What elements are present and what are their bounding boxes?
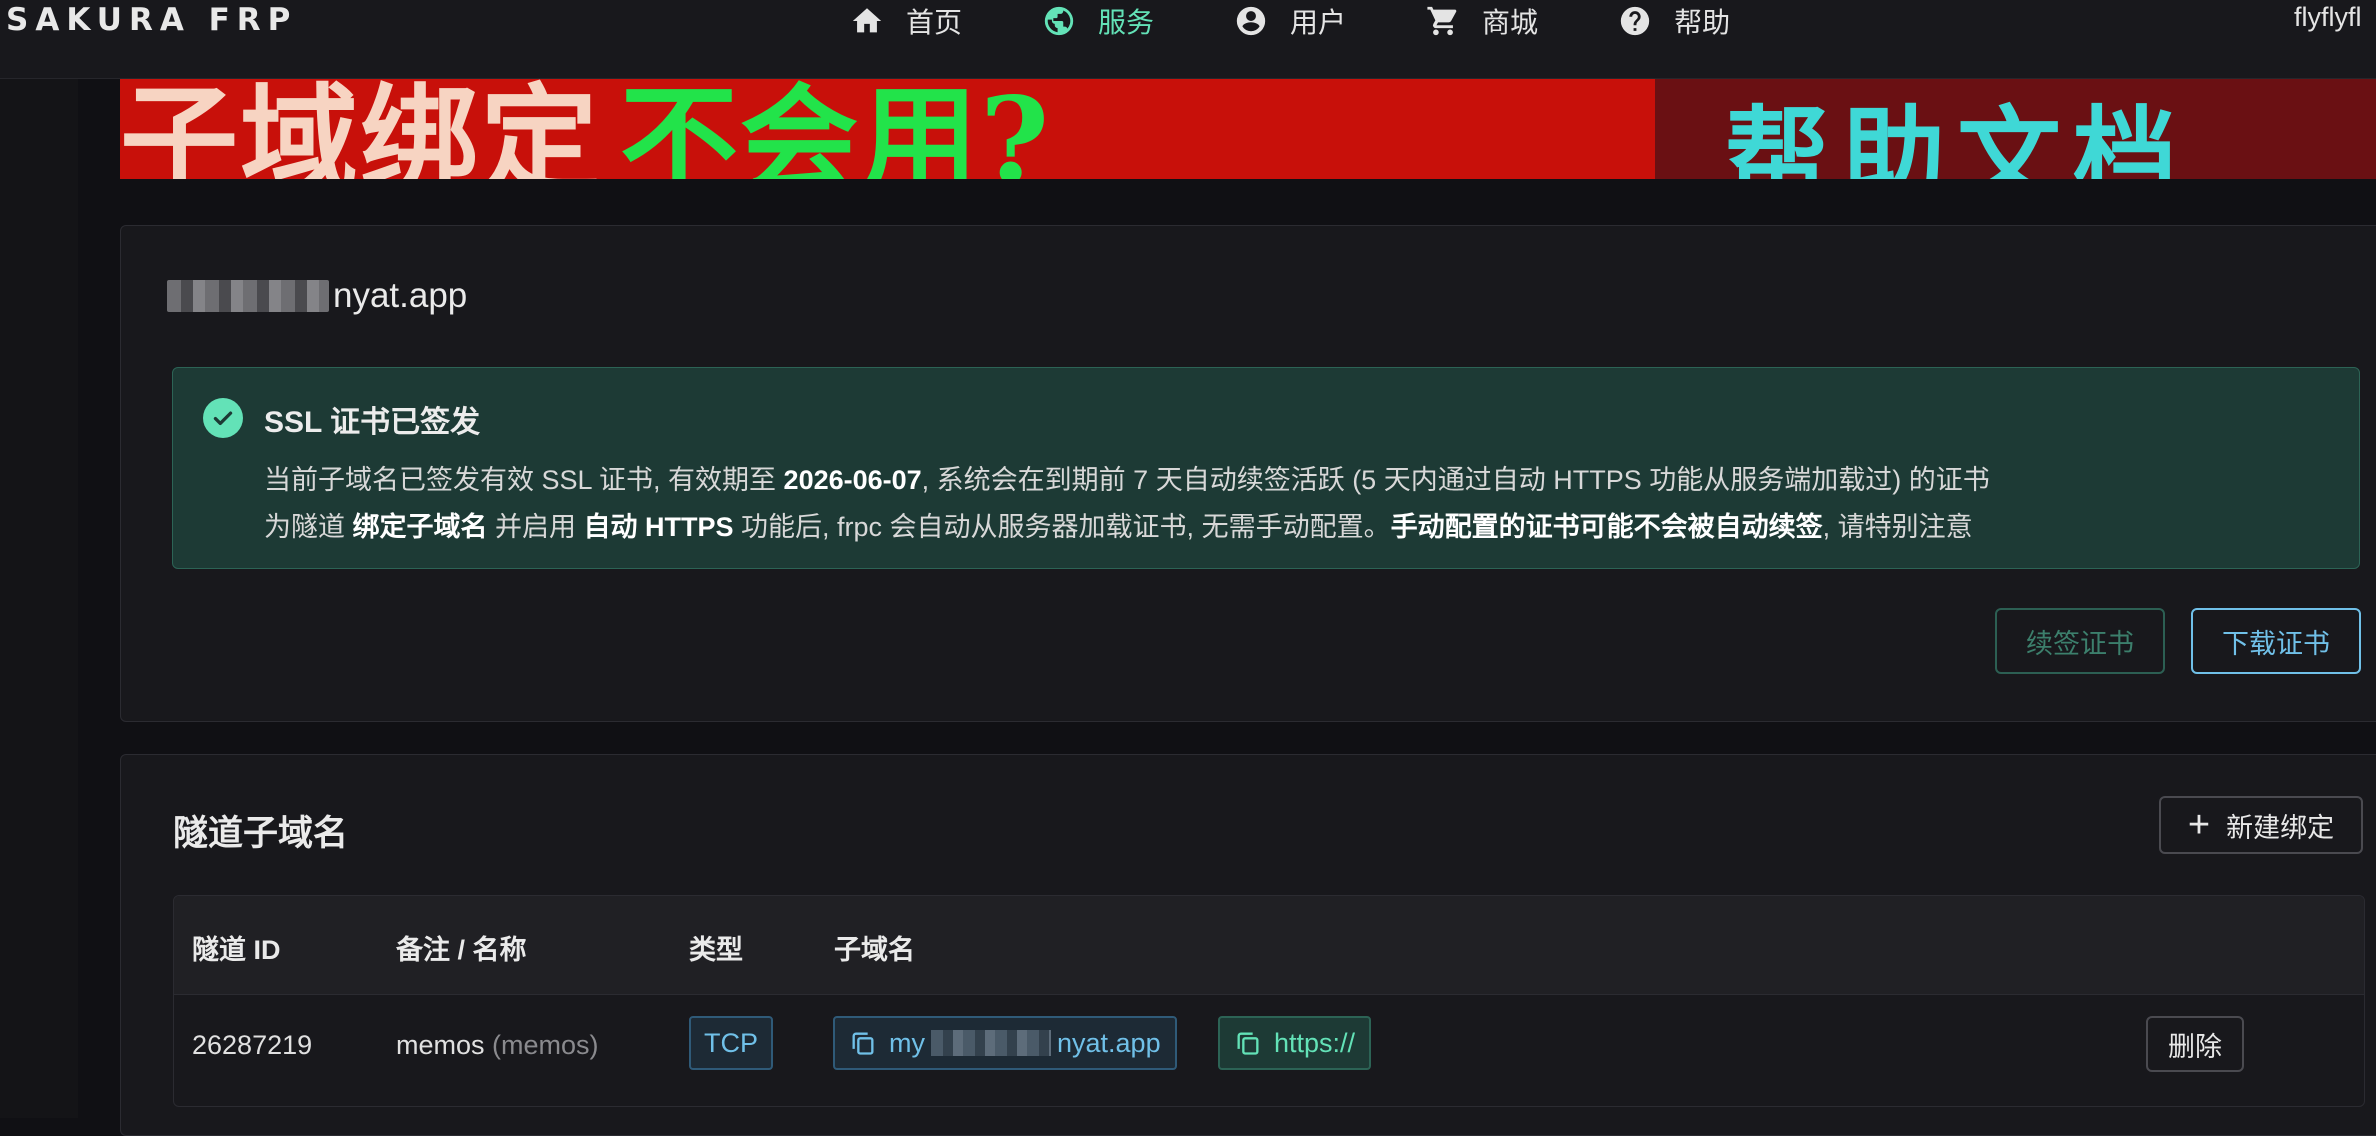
tunnel-name-text: memos [396, 1030, 485, 1060]
column-header-type: 类型 [689, 935, 743, 965]
sidebar [0, 79, 78, 1118]
ssl-expiry-date: 2026-06-07 [783, 465, 922, 495]
user-icon [1236, 6, 1266, 36]
ssl-text: , 请特别注意 [1822, 512, 1973, 542]
table-header: 隧道 ID 备注 / 名称 类型 子域名 [174, 896, 2364, 995]
tunnel-id: 26287219 [192, 1030, 313, 1060]
new-binding-button[interactable]: + 新建绑定 [2159, 796, 2363, 854]
copy-icon [1237, 1032, 1259, 1055]
top-nav-bar: SAKURA FRP 首页 服务 用户 商城 帮助 flyflyfl [0, 0, 2376, 79]
subdomain-prefix: my [889, 1027, 925, 1058]
https-copy-tag[interactable]: https:// [1218, 1016, 1372, 1070]
home-icon [852, 8, 882, 33]
tunnel-name-note: (memos) [492, 1030, 599, 1060]
download-certificate-button[interactable]: 下载证书 [2191, 608, 2361, 674]
ssl-alert: SSL 证书已签发 当前子域名已签发有效 SSL 证书, 有效期至 2026-0… [172, 367, 2360, 569]
new-binding-label: 新建绑定 [2226, 812, 2335, 843]
subdomain-suffix: nyat.app [1057, 1027, 1161, 1058]
promo-banner[interactable]: 子域绑定 不会用? 帮助文档 [120, 79, 2376, 179]
ssl-text-bold: 手动配置的证书可能不会被自动续签 [1390, 512, 1823, 542]
nav-item-shop[interactable]: 商城 [1426, 0, 1538, 42]
type-badge: TCP [689, 1016, 773, 1070]
copy-icon [852, 1032, 874, 1055]
nav-label-shop: 商城 [1482, 7, 1539, 38]
banner-text-help: 帮助文档 [1725, 94, 2190, 179]
globe-icon [1044, 6, 1074, 36]
nav-label-user: 用户 [1290, 7, 1347, 38]
help-icon [1620, 6, 1650, 36]
redacted-subdomain [931, 1030, 1051, 1056]
brand-logo[interactable]: SAKURA FRP [6, 2, 297, 38]
column-header-name: 备注 / 名称 [396, 935, 527, 965]
nav-item-user[interactable]: 用户 [1234, 0, 1346, 42]
column-header-subdomain: 子域名 [834, 935, 915, 965]
ssl-alert-line-1: 当前子域名已签发有效 SSL 证书, 有效期至 2026-06-07, 系统会在… [264, 458, 1990, 497]
ssl-text: 当前子域名已签发有效 SSL 证书, 有效期至 [264, 465, 784, 495]
plus-icon: + [2187, 804, 2211, 846]
tunnel-subdomain-card: 隧道子域名 + 新建绑定 隧道 ID 备注 / 名称 类型 子域名 262872… [120, 754, 2376, 1136]
check-circle-icon [203, 398, 243, 438]
subdomain-copy-tag[interactable]: my nyat.app [833, 1016, 1177, 1070]
ssl-text: 并启用 [487, 512, 584, 542]
banner-right-panel: 帮助文档 [1655, 79, 2376, 179]
cart-icon [1427, 6, 1457, 36]
delete-button[interactable]: 删除 [2146, 1016, 2244, 1072]
nav-label-help: 帮助 [1674, 7, 1731, 38]
nav-item-home[interactable]: 首页 [850, 0, 962, 42]
username[interactable]: flyflyfl [2294, 2, 2362, 33]
banner-left-text: 子域绑定 不会用? [120, 79, 1051, 179]
banner-text-white: 子域绑定 [120, 79, 601, 179]
tunnel-name: memos (memos) [396, 1030, 599, 1061]
ssl-text: , 系统会在到期前 7 天自动续签活跃 (5 天内通过自动 HTTPS 功能从服… [921, 465, 1990, 495]
nav-label-home: 首页 [906, 7, 963, 38]
ssl-text: 功能后, frpc 会自动从服务器加载证书, 无需手动配置。 [733, 512, 1391, 542]
banner-text-green: 不会用? [620, 79, 1052, 179]
ssl-alert-line-2: 为隧道 绑定子域名 并启用 自动 HTTPS 功能后, frpc 会自动从服务器… [264, 505, 1973, 544]
nav-label-service: 服务 [1098, 7, 1155, 38]
renew-certificate-button[interactable]: 续签证书 [1995, 608, 2165, 674]
main-nav: 首页 服务 用户 商城 帮助 [850, 0, 1810, 42]
nav-item-help[interactable]: 帮助 [1618, 0, 1730, 42]
ssl-text: 为隧道 [264, 512, 353, 542]
domain-card: nyat.app SSL 证书已签发 当前子域名已签发有效 SSL 证书, 有效… [120, 225, 2376, 722]
section-title: 隧道子域名 [173, 814, 349, 853]
ssl-alert-title: SSL 证书已签发 [264, 406, 481, 439]
tunnel-table: 隧道 ID 备注 / 名称 类型 子域名 26287219 memos (mem… [173, 895, 2365, 1107]
ssl-text-bold: 绑定子域名 [352, 512, 488, 542]
domain-title: nyat.app [167, 276, 467, 316]
ssl-text-bold: 自动 HTTPS [583, 512, 734, 542]
https-link-text: https:// [1274, 1027, 1356, 1058]
nav-item-service[interactable]: 服务 [1042, 0, 1154, 42]
column-header-id: 隧道 ID [192, 935, 281, 965]
domain-suffix: nyat.app [333, 276, 468, 315]
redacted-domain-prefix [167, 280, 329, 312]
